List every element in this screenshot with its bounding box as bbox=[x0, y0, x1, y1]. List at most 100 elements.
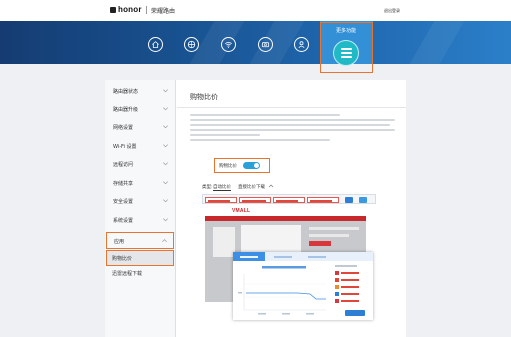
price-tag bbox=[307, 197, 339, 203]
price-trend-chart bbox=[238, 266, 326, 315]
logout-link[interactable]: 退出登录 bbox=[384, 8, 400, 14]
sidebar-item-label: 应用 bbox=[114, 239, 125, 245]
honor-logo-icon bbox=[110, 7, 116, 13]
type-option-auto[interactable]: 自动比价 bbox=[213, 184, 231, 191]
sidebar-item-storage[interactable]: 存储共享 bbox=[106, 175, 174, 192]
wifi-icon bbox=[224, 41, 233, 48]
toggle-label: 购物比价 bbox=[219, 164, 237, 169]
website-buy-button bbox=[309, 241, 331, 246]
user-icon bbox=[298, 41, 305, 49]
popup-tab-bar bbox=[233, 252, 373, 261]
price-tag bbox=[273, 197, 305, 203]
sidebar-item-label: 安全设置 bbox=[113, 199, 134, 205]
sidebar-item-wifi[interactable]: Wi-Fi 设置 bbox=[106, 138, 174, 155]
website-nav bbox=[205, 216, 366, 221]
chevron-down-icon bbox=[163, 218, 168, 222]
more-functions-label: 更多功能 bbox=[335, 28, 356, 34]
sidebar: 路由器状态 路由器升级 网络设置 Wi-Fi 设置 远程访问 存储共享 安全设置… bbox=[105, 80, 176, 337]
store-price-row bbox=[335, 298, 369, 303]
sidebar-item-security[interactable]: 安全设置 bbox=[106, 193, 174, 210]
store-price-row bbox=[335, 291, 369, 296]
title-divider bbox=[177, 107, 406, 108]
chart-tick-label bbox=[306, 313, 314, 315]
toggle-knob bbox=[254, 163, 259, 168]
vmall-logo: VMALL bbox=[232, 208, 251, 214]
price-compare-toggle[interactable] bbox=[243, 162, 260, 169]
chevron-down-icon bbox=[163, 89, 168, 93]
sidebar-item-label: Wi-Fi 设置 bbox=[113, 144, 137, 150]
price-trend-line bbox=[246, 292, 326, 300]
store-logo-icon bbox=[359, 197, 367, 203]
sidebar-item-price-compare[interactable]: 购物比价 bbox=[106, 250, 174, 266]
nav-decoration bbox=[394, 21, 476, 64]
description-text-line bbox=[190, 124, 390, 126]
price-tag-strip bbox=[202, 194, 376, 204]
price-compare-popup bbox=[233, 252, 373, 320]
chevron-down-icon bbox=[163, 181, 168, 185]
more-functions-button[interactable]: 更多功能 bbox=[320, 22, 373, 73]
website-text-block bbox=[309, 227, 359, 230]
nav-tab-wifi[interactable] bbox=[221, 37, 236, 52]
sidebar-item-router-upgrade[interactable]: 路由器升级 bbox=[106, 101, 174, 118]
store-price-row bbox=[335, 277, 369, 282]
popup-buy-button bbox=[345, 310, 365, 316]
sidebar-item-router-status[interactable]: 路由器状态 bbox=[106, 83, 174, 100]
sidebar-item-label: 路由器状态 bbox=[113, 89, 139, 95]
nav-tab-devices[interactable] bbox=[258, 37, 273, 52]
nav-tab-home[interactable] bbox=[148, 37, 163, 52]
price-list-header bbox=[335, 265, 357, 267]
router-icon bbox=[261, 42, 270, 48]
nav-tab-internet[interactable] bbox=[184, 37, 199, 52]
sidebar-item-label: 购物比价 bbox=[112, 256, 133, 262]
chevron-down-icon bbox=[163, 125, 168, 129]
chevron-down-icon bbox=[163, 107, 168, 111]
sidebar-item-system[interactable]: 系统设置 bbox=[106, 212, 174, 229]
product-name: 荣耀路由 bbox=[151, 8, 176, 15]
page-title: 购物比价 bbox=[190, 93, 218, 101]
nav-tab-account[interactable] bbox=[294, 37, 309, 52]
popup-tab bbox=[301, 252, 333, 261]
store-price-row bbox=[335, 284, 369, 289]
menu-icon bbox=[333, 40, 359, 66]
website-sidebar-block bbox=[213, 227, 235, 257]
brand-logo: honor bbox=[118, 5, 142, 14]
sidebar-item-remote-access[interactable]: 远程访问 bbox=[106, 156, 174, 173]
chevron-up-icon[interactable] bbox=[268, 183, 274, 189]
chart-tick-label bbox=[238, 292, 242, 294]
chevron-up-icon bbox=[162, 239, 167, 243]
price-tag bbox=[205, 197, 237, 203]
feature-preview-image: VMALL bbox=[201, 193, 377, 321]
price-tag bbox=[239, 197, 271, 203]
main-nav-bar bbox=[0, 21, 511, 64]
globe-icon bbox=[187, 40, 196, 49]
chart-tick-label bbox=[282, 313, 290, 315]
description-text-line bbox=[190, 119, 395, 121]
sidebar-item-network[interactable]: 网络设置 bbox=[106, 119, 174, 136]
description-text-line bbox=[190, 129, 395, 131]
chevron-down-icon bbox=[163, 144, 168, 148]
top-header: honor 荣耀路由 退出登录 bbox=[0, 0, 511, 21]
sidebar-item-label: 路由器升级 bbox=[113, 107, 139, 113]
sidebar-item-label: 远程访问 bbox=[113, 162, 134, 168]
website-header: VMALL bbox=[205, 205, 366, 216]
popup-tab bbox=[267, 252, 299, 261]
price-compare-toggle-row: 购物比价 bbox=[214, 158, 270, 173]
popup-tab bbox=[233, 252, 265, 261]
sidebar-item-label: 存储共享 bbox=[113, 181, 134, 187]
type-option-direct[interactable]: 直接比价下载 bbox=[238, 184, 265, 190]
website-text-block bbox=[309, 234, 349, 237]
sidebar-item-label: 网络设置 bbox=[113, 125, 134, 131]
description-text-line bbox=[190, 139, 330, 141]
store-logo-icon bbox=[345, 197, 353, 203]
sidebar-item-label: 迅雷远程下载 bbox=[112, 271, 143, 277]
sidebar-item-label: 系统设置 bbox=[113, 218, 134, 224]
store-price-list bbox=[333, 264, 371, 318]
chevron-down-icon bbox=[163, 162, 168, 166]
sidebar-item-thunder-download[interactable]: 迅雷远程下载 bbox=[106, 267, 174, 281]
type-label: 类型: bbox=[202, 185, 213, 190]
sidebar-item-apps[interactable]: 应用 bbox=[106, 232, 174, 249]
logo-divider bbox=[146, 6, 147, 14]
chevron-down-icon bbox=[163, 199, 168, 203]
chart-title-line bbox=[262, 266, 306, 269]
chart-tick-label bbox=[258, 313, 266, 315]
